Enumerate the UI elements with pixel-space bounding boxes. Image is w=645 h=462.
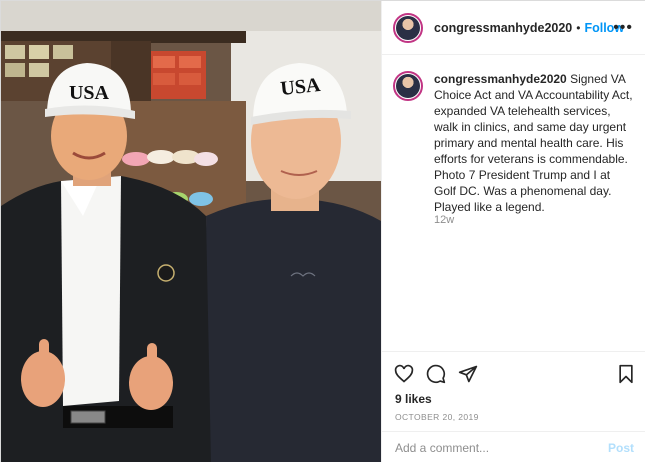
- post-header: congressmanhyde2020 • Follow •••: [382, 1, 645, 55]
- caption-age: 12w: [434, 214, 455, 226]
- avatar-image: [396, 15, 420, 40]
- caption-avatar-image: [396, 74, 420, 98]
- post-side-panel: congressmanhyde2020 • Follow ••• congres…: [381, 1, 645, 462]
- more-options-icon[interactable]: •••: [613, 19, 633, 37]
- bookmark-icon[interactable]: [617, 364, 635, 384]
- comment-icon[interactable]: [426, 364, 446, 384]
- caption-text: congressmanhyde2020 Signed VA Choice Act…: [434, 71, 634, 215]
- left-hat-text: USA: [69, 82, 110, 104]
- post-comment-button[interactable]: Post: [608, 441, 634, 455]
- post-photo-illustration: USA USA: [1, 1, 381, 462]
- caption-block: congressmanhyde2020 Signed VA Choice Act…: [393, 71, 638, 215]
- comment-input[interactable]: [395, 440, 608, 455]
- post-actions: 9 likes OCTOBER 20, 2019: [382, 351, 645, 431]
- caption-username-link[interactable]: congressmanhyde2020: [434, 72, 567, 86]
- action-icons: [394, 364, 478, 384]
- comment-bar: Post: [382, 431, 645, 462]
- header-username-link[interactable]: congressmanhyde2020: [434, 21, 572, 35]
- right-hat-text: USA: [279, 74, 322, 100]
- avatar[interactable]: [393, 12, 423, 43]
- caption-avatar[interactable]: [393, 71, 423, 101]
- share-icon[interactable]: [458, 364, 478, 384]
- likes-count[interactable]: 9 likes: [395, 392, 432, 406]
- instagram-post-frame: USA USA congressmanhyde2020 • Follow •••…: [0, 0, 645, 462]
- heart-icon[interactable]: [394, 364, 414, 384]
- post-photo[interactable]: USA USA: [1, 1, 381, 462]
- post-date[interactable]: OCTOBER 20, 2019: [395, 412, 479, 422]
- separator-dot: •: [576, 20, 581, 35]
- caption-body: Signed VA Choice Act and VA Accountabili…: [434, 72, 633, 214]
